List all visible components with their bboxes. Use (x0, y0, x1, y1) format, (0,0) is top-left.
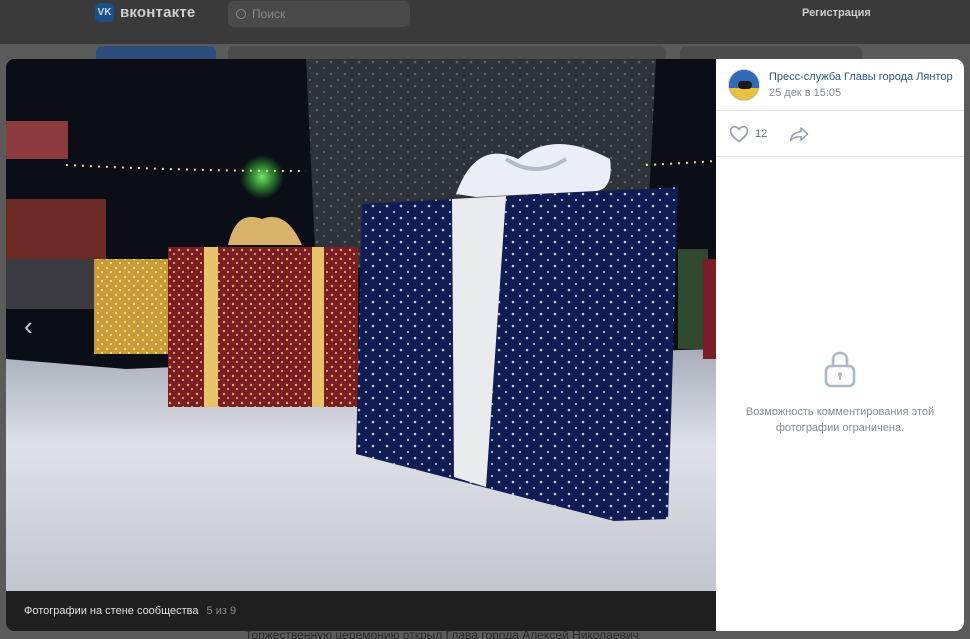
photo-counter: 5 из 9 (206, 605, 237, 617)
search-placeholder: Поиск (252, 7, 286, 21)
heart-icon (729, 125, 749, 143)
avatar-ground (729, 88, 759, 100)
restricted-message: Возможность комментирования этой фотогра… (745, 406, 935, 434)
search-input[interactable]: Поиск (228, 1, 410, 27)
previous-photo-button[interactable]: ‹ (24, 311, 54, 341)
author-block: Пресс-служба Главы города Лянтор 25 дек … (716, 59, 964, 111)
vk-logo-icon: VK (95, 3, 114, 22)
photo-footer: Фотографии на стене сообщества 5 из 9 (6, 591, 716, 631)
like-button[interactable]: 12 (729, 125, 767, 143)
photo-viewer: ‹ Фотографии на стене сообщества 5 из 9 … (6, 59, 964, 631)
vk-logo[interactable]: VK вконтакте (95, 3, 195, 22)
author-name[interactable]: Пресс-служба Главы города Лянтор (769, 71, 953, 83)
search-icon (236, 9, 246, 19)
background-card (96, 46, 216, 60)
actions-bar: 12 (716, 111, 964, 157)
album-link[interactable]: Фотографии на стене сообщества (24, 605, 199, 617)
comments-restricted: Возможность комментирования этой фотогра… (716, 349, 964, 436)
vk-logo-text: вконтакте (120, 4, 196, 21)
chevron-left-icon: ‹ (24, 311, 33, 341)
photo-info-panel: Пресс-служба Главы города Лянтор 25 дек … (716, 59, 964, 631)
post-date[interactable]: 25 дек в 15:05 (769, 87, 841, 99)
like-count: 12 (755, 127, 768, 140)
register-link[interactable]: Регистрация (802, 7, 871, 19)
lock-icon (824, 351, 856, 388)
share-arrow-icon (789, 126, 809, 141)
avatar[interactable] (728, 69, 760, 101)
photo[interactable]: ‹ (6, 59, 716, 591)
share-button[interactable] (789, 126, 809, 142)
avatar-bear (738, 81, 752, 89)
photo-image (6, 59, 716, 591)
background-card (680, 46, 862, 60)
background-card (228, 46, 666, 60)
